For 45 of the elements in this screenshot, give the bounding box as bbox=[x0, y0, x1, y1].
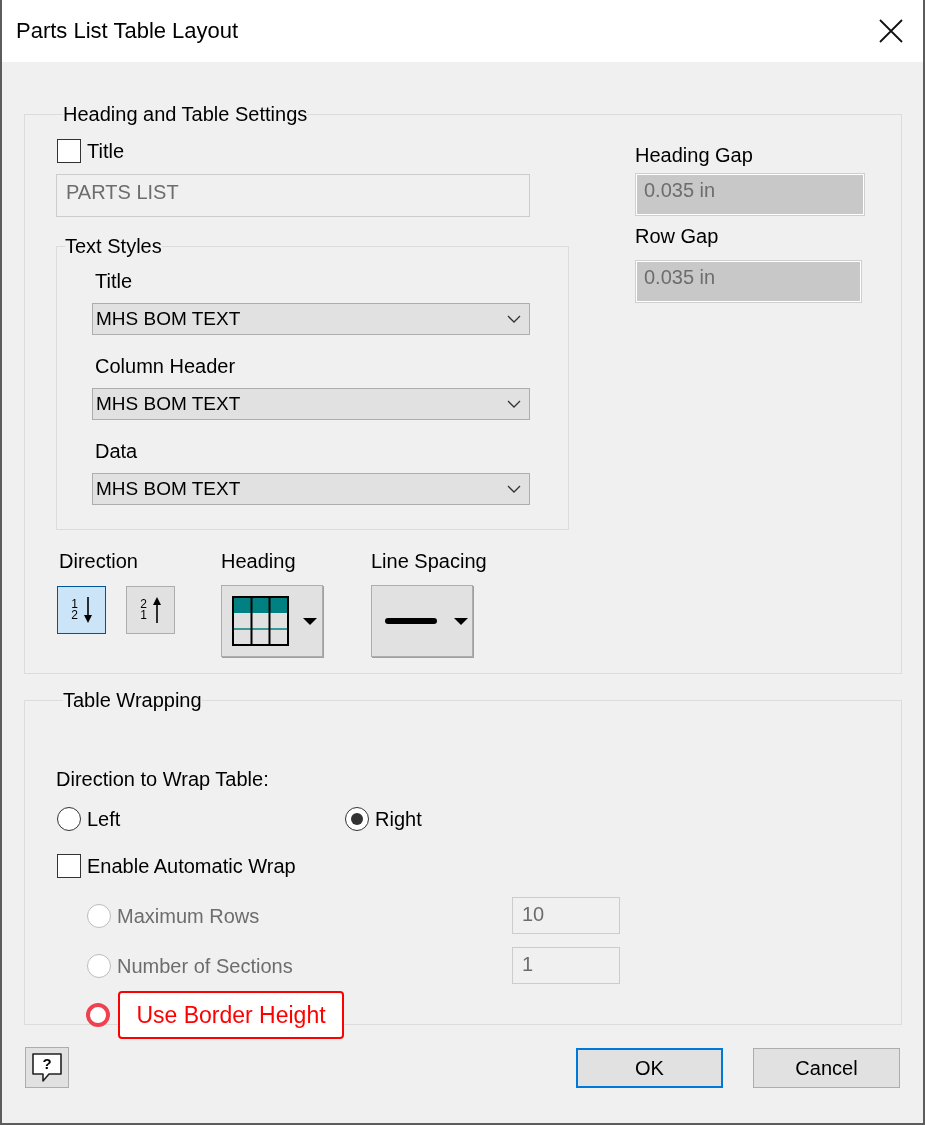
radio-button[interactable] bbox=[345, 807, 369, 831]
line-spacing-button[interactable] bbox=[371, 585, 473, 657]
line-spacing-label: Line Spacing bbox=[371, 549, 487, 573]
heading-style-button[interactable] bbox=[221, 585, 323, 657]
highlighted-option-label: Use Border Height bbox=[118, 991, 344, 1039]
text-style-dropdown[interactable]: MHS BOM TEXT bbox=[92, 388, 530, 420]
checkbox[interactable] bbox=[57, 139, 81, 163]
wrap-direction-label: Direction to Wrap Table: bbox=[56, 767, 270, 791]
dialog-button[interactable]: Cancel bbox=[753, 1047, 900, 1088]
checkbox[interactable] bbox=[57, 854, 81, 878]
checkbox-label: Title bbox=[87, 139, 125, 163]
text-style-dropdown[interactable]: MHS BOM TEXT bbox=[92, 473, 530, 505]
group-title: Table Wrapping bbox=[63, 688, 202, 713]
dropdown-label: Data bbox=[95, 439, 139, 463]
arrow-up-icon bbox=[152, 597, 161, 623]
text-style-dropdown[interactable]: MHS BOM TEXT bbox=[92, 303, 530, 335]
caret-icon bbox=[303, 617, 317, 625]
chevron-down-icon bbox=[507, 485, 521, 493]
heading-label: Heading bbox=[221, 549, 297, 573]
arrow-down-icon bbox=[83, 597, 92, 623]
radio-label: Left bbox=[87, 807, 121, 831]
line-icon bbox=[385, 618, 437, 624]
close-icon[interactable] bbox=[879, 19, 903, 43]
help-button[interactable]: ? bbox=[25, 1047, 69, 1088]
sort-direction-button[interactable]: 2 1 bbox=[126, 586, 175, 634]
dialog-button[interactable]: OK bbox=[576, 1047, 723, 1088]
field-label: Row Gap bbox=[635, 224, 720, 248]
radio-label: Maximum Rows bbox=[117, 903, 260, 928]
checkbox-label: Enable Automatic Wrap bbox=[87, 854, 296, 878]
speech-bubble-icon bbox=[32, 1053, 62, 1082]
field-label: Heading Gap bbox=[635, 143, 754, 167]
dropdown-label: Title bbox=[95, 269, 134, 293]
chevron-down-icon bbox=[507, 400, 521, 408]
sort-direction-button[interactable]: 1 2 bbox=[57, 586, 106, 634]
direction-label: Direction bbox=[59, 549, 139, 573]
caret-icon bbox=[454, 617, 468, 625]
radio-button[interactable] bbox=[57, 807, 81, 831]
radio-label: Number of Sections bbox=[117, 953, 293, 978]
table-grid-icon bbox=[232, 596, 289, 646]
chevron-down-icon bbox=[507, 315, 521, 323]
group-title: Text Styles bbox=[65, 234, 162, 259]
group-title: Heading and Table Settings bbox=[63, 102, 308, 127]
window-title: Parts List Table Layout bbox=[16, 17, 239, 45]
radio-label: Right bbox=[375, 807, 422, 831]
dropdown-label: Column Header bbox=[95, 354, 237, 378]
